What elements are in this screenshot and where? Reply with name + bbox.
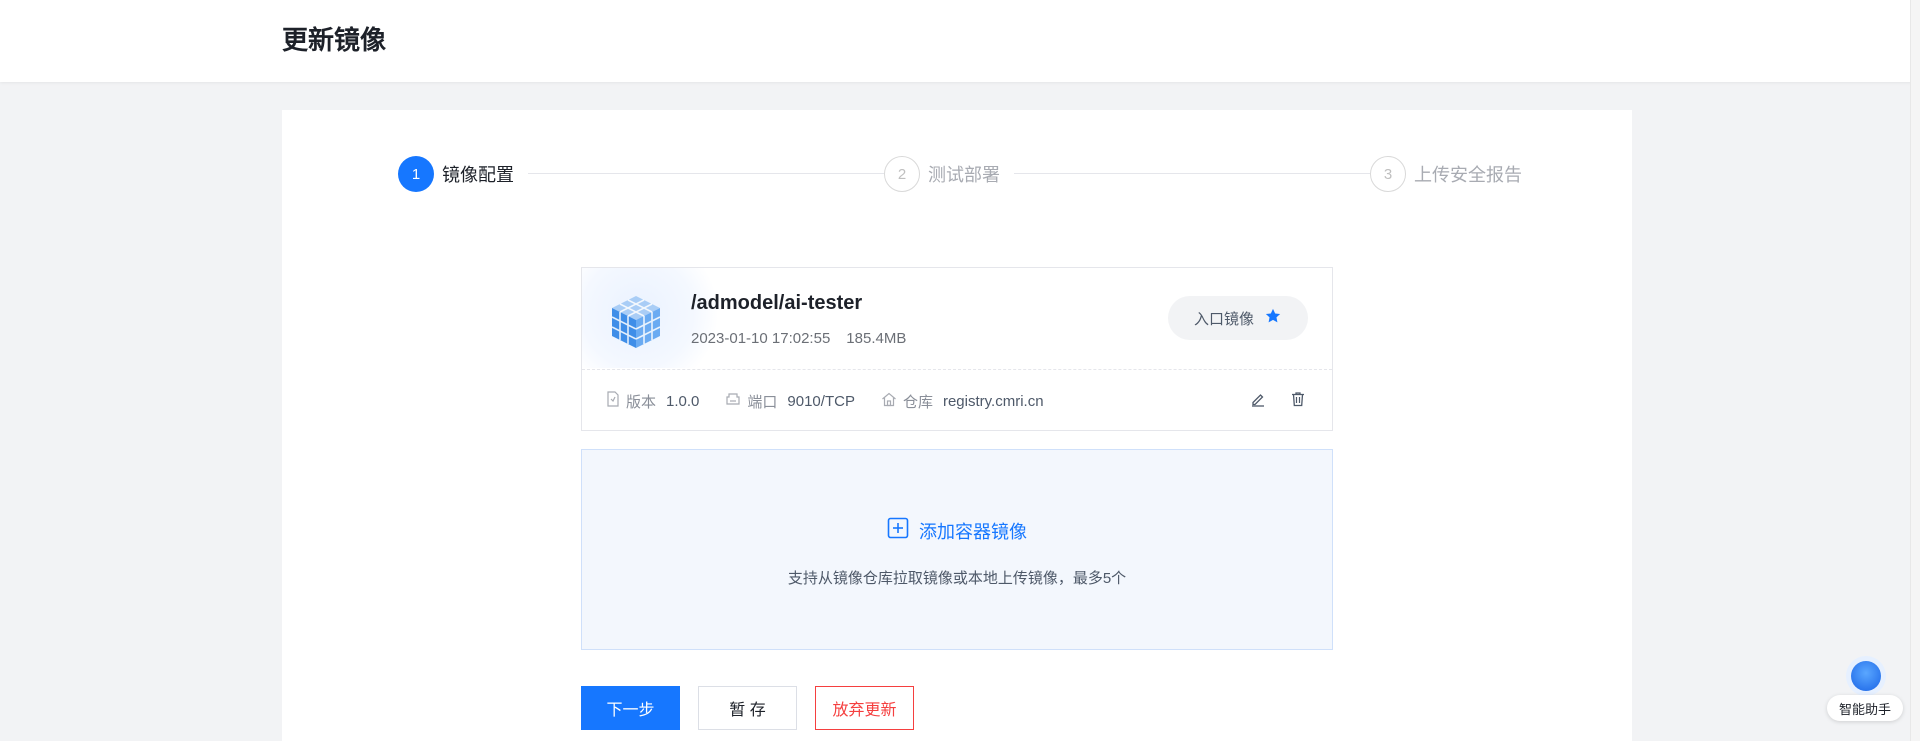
image-size: 185.4MB	[846, 330, 907, 347]
image-name: /admodel/ai-tester	[691, 292, 863, 314]
page-title: 更新镜像	[282, 25, 387, 55]
port-icon	[725, 392, 741, 410]
step-label: 上传安全报告	[1414, 165, 1522, 185]
step-1: 1 镜像配置	[398, 155, 514, 193]
image-meta: 2023-01-10 17:02:55 185.4MB	[691, 330, 906, 347]
repo-value: registry.cmri.cn	[942, 392, 1044, 410]
image-version: 版本 1.0.0	[606, 391, 699, 412]
step-number: 2	[884, 156, 920, 192]
star-icon	[1264, 307, 1282, 329]
image-repo: 仓库 registry.cmri.cn	[881, 391, 1044, 412]
entry-image-badge[interactable]: 入口镜像	[1167, 296, 1308, 340]
stepper: 1 镜像配置 2 测试部署 3 上传安全报告	[398, 155, 1528, 193]
image-details: 版本 1.0.0 端口 9010/TCP 仓库 registry.cmri.cn	[606, 389, 1070, 413]
port-value: 9010/TCP	[787, 392, 855, 410]
smart-assistant[interactable]: 智能助手	[1827, 655, 1903, 721]
assistant-label: 智能助手	[1827, 695, 1903, 721]
trash-icon[interactable]	[1288, 389, 1308, 409]
step-label: 镜像配置	[442, 165, 514, 185]
file-version-icon	[606, 391, 620, 411]
step-number: 1	[398, 156, 434, 192]
step-3: 3 上传安全报告	[1370, 155, 1522, 193]
home-icon	[881, 392, 897, 411]
page-header: 更新镜像	[0, 0, 1920, 82]
next-step-button[interactable]: 下一步	[581, 686, 680, 730]
entry-image-label: 入口镜像	[1193, 310, 1254, 328]
image-card: /admodel/ai-tester 2023-01-10 17:02:55 1…	[581, 267, 1333, 431]
add-image-label: 添加容器镜像	[919, 521, 1027, 542]
repo-key: 仓库	[902, 393, 933, 411]
step-connector	[528, 173, 884, 174]
add-image-hint: 支持从镜像仓库拉取镜像或本地上传镜像，最多5个	[787, 570, 1127, 587]
step-number: 3	[1370, 156, 1406, 192]
save-draft-button[interactable]: 暂 存	[698, 686, 797, 730]
image-port: 端口 9010/TCP	[725, 391, 855, 412]
image-actions	[1248, 389, 1308, 409]
step-2: 2 测试部署	[884, 155, 1000, 193]
pencil-icon[interactable]	[1248, 389, 1268, 409]
assistant-icon	[1851, 661, 1881, 691]
version-key: 版本	[626, 393, 657, 411]
scrollbar[interactable]	[1910, 0, 1920, 741]
image-created-time: 2023-01-10 17:02:55	[691, 330, 831, 347]
version-value: 1.0.0	[666, 392, 700, 410]
step-connector	[1014, 173, 1370, 174]
divider	[582, 369, 1332, 370]
cube-icon	[604, 290, 668, 354]
step-label: 测试部署	[928, 165, 1000, 185]
add-container-image-button[interactable]: 添加容器镜像	[582, 517, 1332, 544]
port-key: 端口	[747, 393, 778, 411]
add-image-area[interactable]: 添加容器镜像 支持从镜像仓库拉取镜像或本地上传镜像，最多5个	[581, 449, 1333, 650]
plus-square-icon	[887, 517, 909, 544]
abandon-update-button[interactable]: 放弃更新	[815, 686, 914, 730]
